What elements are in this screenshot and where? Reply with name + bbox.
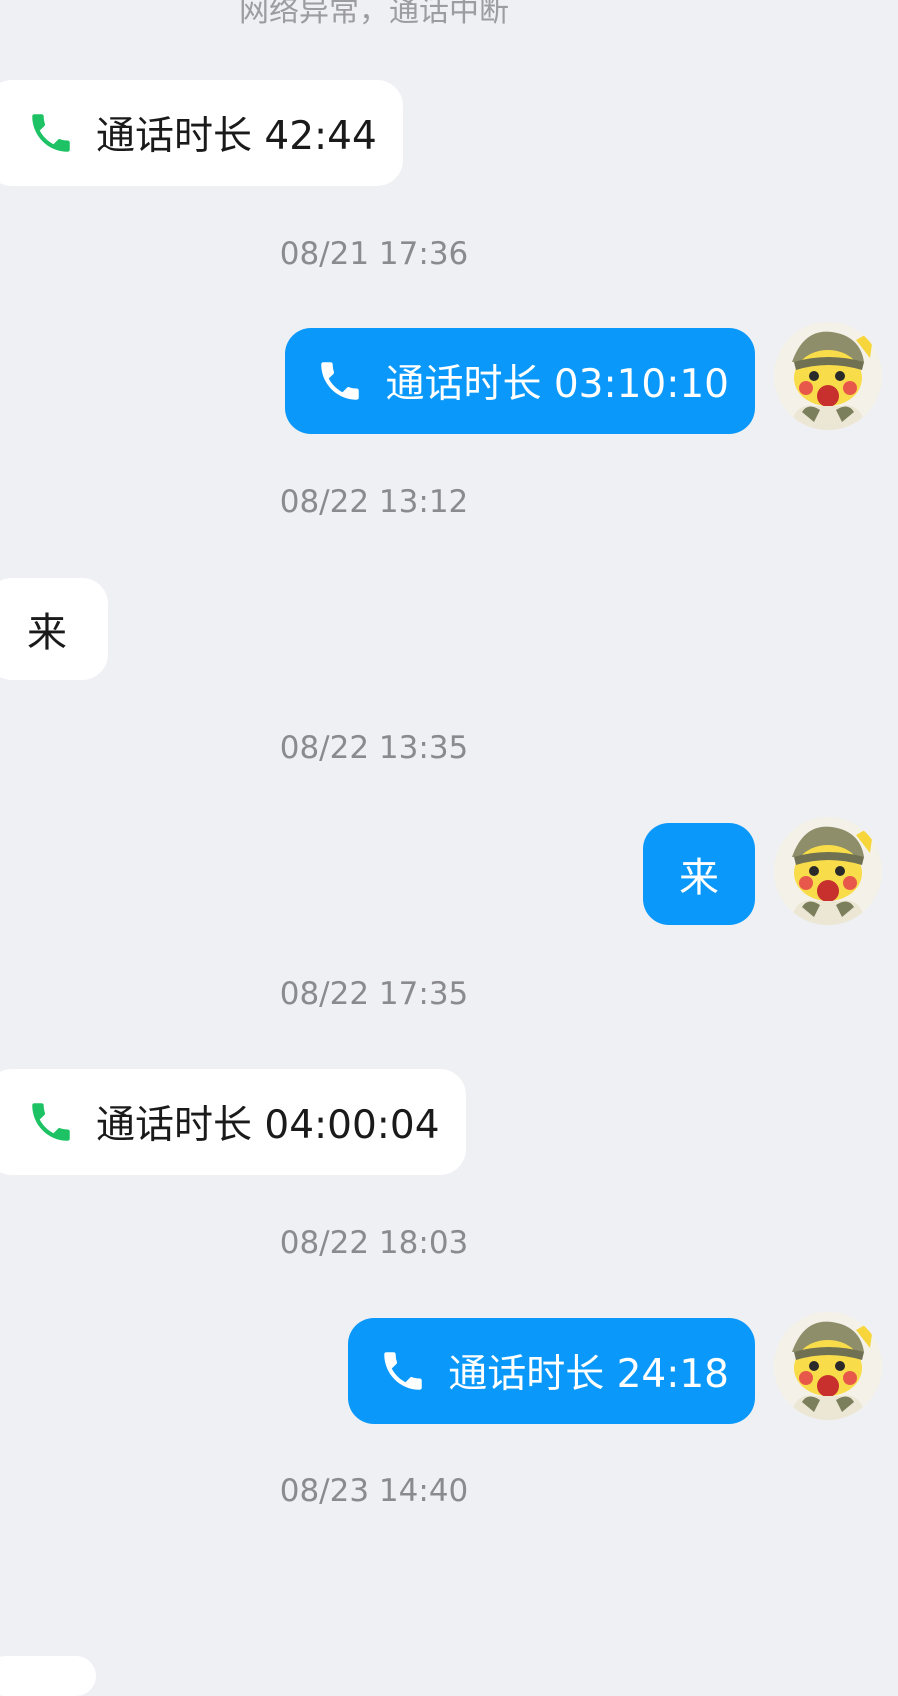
outgoing-call-bubble[interactable]: 通话时长 24:18 [348,1318,755,1424]
timestamp: 08/23 14:40 [279,1473,469,1509]
call-duration-label: 通话时长 42:44 [96,114,377,159]
call-duration-label: 通话时长 24:18 [448,1352,729,1397]
incoming-call-bubble[interactable]: 通话时长 42:44 [0,80,403,186]
phone-icon [24,1095,78,1149]
timestamp: 08/21 17:36 [279,236,469,272]
timestamp: 08/22 17:35 [279,976,469,1012]
pikachu-avatar[interactable] [774,817,882,925]
call-duration-label: 通话时长 04:00:04 [96,1103,440,1148]
chat-message-list[interactable]: 网络异常，通话中断 通话时长 42:44 08/21 17:36 通话时长 03… [0,0,898,1696]
outgoing-text-bubble[interactable]: 来 [643,823,755,925]
phone-icon [376,1344,430,1398]
phone-icon [313,354,367,408]
incoming-call-bubble[interactable]: 通话时长 04:00:04 [0,1069,466,1175]
outgoing-call-bubble[interactable]: 通话时长 03:10:10 [285,328,755,434]
message-text: 来 [679,855,719,901]
timestamp: 08/22 13:12 [279,484,469,520]
call-duration-label: 通话时长 03:10:10 [385,362,729,407]
timestamp: 08/22 18:03 [279,1225,469,1261]
phone-icon [24,106,78,160]
incoming-message-bubble-partial[interactable] [0,1656,96,1696]
incoming-text-bubble[interactable]: 来 [0,578,108,680]
pikachu-avatar[interactable] [774,322,882,430]
timestamp: 08/22 13:35 [279,730,469,766]
system-notice: 网络异常，通话中断 [239,0,509,29]
pikachu-avatar[interactable] [774,1312,882,1420]
message-text: 来 [27,610,67,656]
